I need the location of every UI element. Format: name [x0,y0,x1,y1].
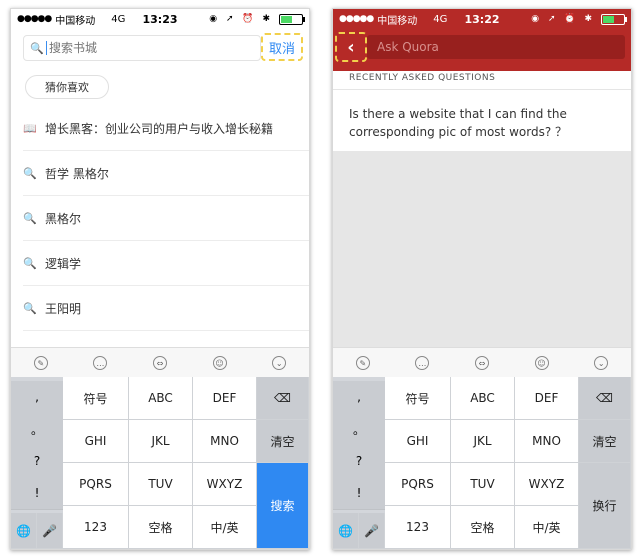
globe-icon[interactable]: 🌐 [11,513,37,549]
handwrite-icon[interactable]: ✎ [355,356,370,370]
key-mno[interactable]: MNO [193,420,257,463]
key-pqrs[interactable]: PQRS [385,463,451,506]
book-icon: 📖 [23,121,37,135]
battery-icon [279,14,305,25]
key-pqrs[interactable]: PQRS [63,463,129,506]
battery-icon [601,14,627,25]
punct-key[interactable]: ! [11,477,63,510]
key-jkl[interactable]: JKL [129,420,193,463]
punct-key[interactable]: ? [11,445,63,478]
keyboard: , 。 ? ! 符号 ABC DEF ⌫ GHI JKL MNO 清空 PQRS… [333,377,631,549]
punct-key[interactable]: ? [333,445,385,478]
punct-key[interactable]: 。 [11,413,63,446]
ask-quora-input[interactable]: Ask Quora [367,35,625,59]
clear-key[interactable]: 清空 [257,420,309,463]
key-wxyz[interactable]: WXYZ [515,463,579,506]
status-icons: ◉ ➚ ⏰ ✱ [531,14,595,24]
handwrite-icon[interactable]: ✎ [33,356,48,370]
list-item[interactable]: 🔍 黑格尔 [23,196,309,241]
left-phone-screen: ●●●●● 中国移动 4G 13:23 ◉ ➚ ⏰ ✱ 🔍 取消 猜你喜欢 📖 … [10,8,310,550]
list-item[interactable]: 📖 增长黑客：创业公司的用户与收入增长秘籍 [23,106,309,151]
status-icons: ◉ ➚ ⏰ ✱ [209,14,273,24]
list-item-label: 黑格尔 [45,211,82,226]
search-input[interactable] [46,41,249,55]
back-button[interactable]: ‹ [335,32,367,62]
key-symbols[interactable]: 符号 [385,377,451,420]
suggest-chip[interactable]: 猜你喜欢 [25,75,109,99]
key-wxyz[interactable]: WXYZ [193,463,257,506]
smiley-icon[interactable]: ☺ [534,356,549,370]
collapse-icon[interactable]: ⌄ [594,356,609,370]
search-icon: 🔍 [30,41,44,55]
punct-key[interactable]: ! [333,477,385,510]
search-icon: 🔍 [23,211,37,225]
key-mno[interactable]: MNO [515,420,579,463]
empty-area [333,151,631,347]
key-ghi[interactable]: GHI [63,420,129,463]
key-abc[interactable]: ABC [129,377,193,420]
key-def[interactable]: DEF [515,377,579,420]
clear-key[interactable]: 清空 [579,420,631,463]
key-symbols[interactable]: 符号 [63,377,129,420]
search-icon: 🔍 [23,256,37,270]
cursor-icon[interactable]: ⇔ [152,356,167,370]
lang-switch-key[interactable]: 中/英 [193,506,257,549]
collapse-icon[interactable]: ⌄ [272,356,287,370]
keyboard-toolbar: ✎ … ⇔ ☺ ⌄ [333,347,631,378]
cancel-button[interactable]: 取消 [261,33,303,61]
key-tuv[interactable]: TUV [451,463,515,506]
recent-question-item[interactable]: Is there a website that I can find the c… [349,105,621,141]
cursor-icon[interactable]: ⇔ [474,356,489,370]
right-phone-screen: ●●●●● 中国移动 4G 13:22 ◉ ➚ ⏰ ✱ ‹ Ask Quora … [332,8,632,550]
search-icon: 🔍 [23,166,37,180]
search-key[interactable]: 搜索 [257,463,309,549]
emoji-bubble-icon[interactable]: … [415,356,430,370]
divider [333,89,631,90]
mic-icon[interactable]: 🎤 [37,513,63,549]
newline-key[interactable]: 换行 [579,463,631,549]
globe-icon[interactable]: 🌐 [333,513,359,549]
status-bar: ●●●●● 中国移动 4G 13:22 ◉ ➚ ⏰ ✱ [333,9,631,29]
punct-key[interactable]: , [333,381,385,414]
mic-icon[interactable]: 🎤 [359,513,385,549]
recent-questions-title: RECENTLY ASKED QUESTIONS [349,73,496,83]
list-item[interactable]: 🔍 逻辑学 [23,241,309,286]
key-123[interactable]: 123 [63,506,129,549]
delete-key[interactable]: ⌫ [579,377,631,420]
list-item[interactable]: 🔍 王阳明 [23,286,309,331]
key-tuv[interactable]: TUV [129,463,193,506]
key-abc[interactable]: ABC [451,377,515,420]
search-icon: 🔍 [23,301,37,315]
quora-header: ●●●●● 中国移动 4G 13:22 ◉ ➚ ⏰ ✱ ‹ Ask Quora [333,9,631,71]
space-key[interactable]: 空格 [451,506,515,549]
list-item-label: 逻辑学 [45,256,82,271]
emoji-bubble-icon[interactable]: … [93,356,108,370]
lang-switch-key[interactable]: 中/英 [515,506,579,549]
keyboard: , 。 ? ! 符号 ABC DEF ⌫ GHI JKL MNO 清空 PQRS… [11,377,309,549]
punct-key[interactable]: 。 [333,413,385,446]
search-bar[interactable]: 🔍 [23,35,261,61]
key-def[interactable]: DEF [193,377,257,420]
keyboard-toolbar: ✎ … ⇔ ☺ ⌄ [11,347,309,378]
list-item-label: 增长黑客：创业公司的用户与收入增长秘籍 [45,121,274,136]
space-key[interactable]: 空格 [129,506,193,549]
delete-key[interactable]: ⌫ [257,377,309,420]
key-ghi[interactable]: GHI [385,420,451,463]
suggestion-list: 📖 增长黑客：创业公司的用户与收入增长秘籍 🔍 哲学 黑格尔 🔍 黑格尔 🔍 逻… [23,106,309,331]
status-bar: ●●●●● 中国移动 4G 13:23 ◉ ➚ ⏰ ✱ [11,9,309,29]
key-123[interactable]: 123 [385,506,451,549]
punct-key[interactable]: , [11,381,63,414]
smiley-icon[interactable]: ☺ [212,356,227,370]
list-item-label: 哲学 黑格尔 [45,166,109,181]
list-item[interactable]: 🔍 哲学 黑格尔 [23,151,309,196]
key-jkl[interactable]: JKL [451,420,515,463]
list-item-label: 王阳明 [45,301,82,316]
